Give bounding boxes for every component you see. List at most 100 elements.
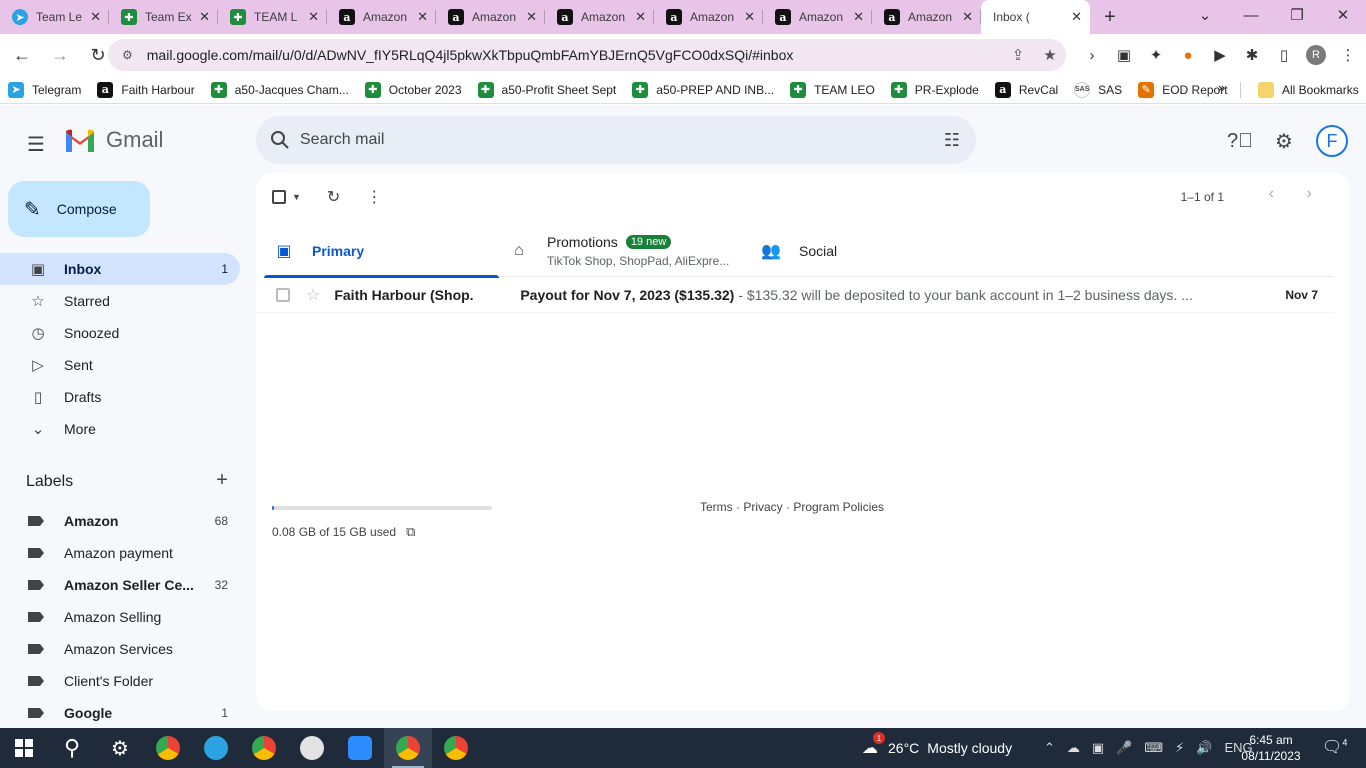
label-item[interactable]: Amazon 68 bbox=[0, 505, 256, 537]
prev-page-icon[interactable]: ‹ bbox=[1269, 185, 1274, 203]
select-all-checkbox[interactable] bbox=[272, 190, 286, 204]
select-dropdown-icon[interactable]: ▼ bbox=[292, 192, 301, 202]
close-window-icon[interactable]: ✕ bbox=[1320, 0, 1366, 30]
bookmark-star-icon[interactable]: ★ bbox=[1034, 46, 1066, 64]
browser-tab[interactable]: a Amazon ✕ bbox=[872, 0, 981, 34]
account-avatar[interactable]: F bbox=[1316, 125, 1348, 157]
close-tab-icon[interactable]: ✕ bbox=[744, 9, 755, 25]
volume-icon[interactable]: 🔊 bbox=[1196, 740, 1212, 756]
chrome-icon[interactable] bbox=[384, 728, 432, 768]
label-item[interactable]: Amazon payment bbox=[0, 537, 256, 569]
address-bar[interactable]: ⚙ mail.google.com/mail/u/0/d/ADwNV_fIY5R… bbox=[108, 39, 1066, 71]
close-tab-icon[interactable]: ✕ bbox=[90, 9, 101, 25]
nav-item-inbox[interactable]: ▣ Inbox 1 bbox=[0, 253, 240, 285]
browser-tab[interactable]: a Amazon ✕ bbox=[654, 0, 763, 34]
close-tab-icon[interactable]: ✕ bbox=[308, 9, 319, 25]
chrome-icon[interactable] bbox=[240, 728, 288, 768]
nav-item-drafts[interactable]: ▯ Drafts bbox=[0, 381, 240, 413]
open-external-icon[interactable]: ⧉ bbox=[406, 524, 415, 540]
extension-icon[interactable]: ▣ bbox=[1108, 46, 1140, 64]
bookmark-item[interactable]: ➤ Telegram bbox=[0, 78, 89, 102]
label-item[interactable]: Client's Folder bbox=[0, 665, 256, 697]
close-tab-icon[interactable]: ✕ bbox=[526, 9, 537, 25]
browser-menu-icon[interactable]: ⋮ bbox=[1332, 46, 1364, 64]
bookmark-item[interactable]: a Faith Harbour bbox=[89, 78, 202, 102]
close-tab-icon[interactable]: ✕ bbox=[1071, 9, 1082, 25]
onedrive-icon[interactable]: ☁ bbox=[1067, 740, 1080, 756]
notification-center-icon[interactable]: 🗨4 bbox=[1322, 737, 1347, 757]
weather-temp[interactable]: 26°C bbox=[888, 740, 919, 756]
chrome-icon[interactable] bbox=[432, 728, 480, 768]
label-item[interactable]: Amazon Services bbox=[0, 633, 256, 665]
label-item[interactable]: Amazon Seller Ce... 32 bbox=[0, 569, 256, 601]
label-item[interactable]: Amazon Selling bbox=[0, 601, 256, 633]
bookmark-item[interactable]: ✚ TEAM LEO bbox=[782, 78, 883, 102]
gmail-logo[interactable]: Gmail bbox=[64, 127, 163, 153]
compose-button[interactable]: ✎ Compose bbox=[8, 181, 150, 237]
browser-tab[interactable]: a Amazon ✕ bbox=[763, 0, 872, 34]
email-checkbox[interactable] bbox=[276, 287, 290, 302]
more-vert-icon[interactable]: ⋮ bbox=[366, 187, 382, 207]
nav-item-more[interactable]: ⌄ More bbox=[0, 413, 240, 445]
email-row[interactable]: ☆ Faith Harbour (Shop. Payout for Nov 7,… bbox=[256, 277, 1334, 313]
paint-app-icon[interactable] bbox=[288, 728, 336, 768]
tab-primary[interactable]: ▣ Primary bbox=[264, 225, 499, 278]
footer-links[interactable]: Terms · Privacy · Program Policies bbox=[700, 500, 884, 514]
network-icon[interactable]: ⚡ bbox=[1175, 740, 1184, 756]
clock[interactable]: 6:45 am 08/11/2023 bbox=[1240, 732, 1302, 764]
browser-tab[interactable]: ✚ Team Ex ✕ bbox=[109, 0, 218, 34]
ime-icon[interactable]: ⌨ bbox=[1144, 740, 1163, 756]
extension-icon[interactable]: › bbox=[1076, 47, 1108, 64]
bookmark-item[interactable]: ✚ PR-Explode bbox=[883, 78, 987, 102]
search-input[interactable] bbox=[300, 131, 944, 149]
add-label-icon[interactable]: + bbox=[210, 469, 234, 492]
start-button[interactable] bbox=[0, 728, 48, 768]
bookmark-item[interactable]: SAS SAS bbox=[1066, 78, 1130, 102]
mic-icon[interactable]: 🎤 bbox=[1116, 740, 1132, 756]
telegram-icon[interactable] bbox=[192, 728, 240, 768]
site-info-icon[interactable]: ⚙ bbox=[122, 48, 133, 62]
tab-social[interactable]: 👥 Social bbox=[751, 225, 986, 277]
browser-tab[interactable]: a Amazon ✕ bbox=[436, 0, 545, 34]
puzzle-icon[interactable]: ✱ bbox=[1236, 46, 1268, 64]
bookmark-item[interactable]: ✚ a50-Jacques Cham... bbox=[203, 78, 357, 102]
tab-promotions[interactable]: ⌂ Promotions 19 new TikTok Shop, ShopPad,… bbox=[499, 225, 751, 277]
side-panel-icon[interactable]: ▯ bbox=[1268, 46, 1300, 64]
chevron-up-icon[interactable]: ⌃ bbox=[1044, 740, 1055, 756]
more-bookmarks-icon[interactable]: » bbox=[1218, 80, 1225, 95]
help-icon[interactable]: ?⃝ bbox=[1220, 123, 1260, 159]
browser-tab[interactable]: a Amazon ✕ bbox=[327, 0, 436, 34]
weather-desc[interactable]: Mostly cloudy bbox=[927, 740, 1012, 756]
bookmark-item[interactable]: a RevCal bbox=[987, 78, 1066, 102]
back-icon[interactable]: ← bbox=[6, 39, 38, 71]
main-menu-icon[interactable]: ☰ bbox=[18, 126, 54, 162]
cloud-icon[interactable]: ☁ 1 bbox=[862, 732, 885, 758]
extension-icon[interactable]: ● bbox=[1172, 47, 1204, 64]
browser-tab[interactable]: a Amazon ✕ bbox=[545, 0, 654, 34]
minimize-icon[interactable]: — bbox=[1228, 0, 1274, 30]
chrome-icon[interactable] bbox=[144, 728, 192, 768]
tab-search-icon[interactable]: ⌄ bbox=[1182, 0, 1228, 30]
share-icon[interactable]: ⇪ bbox=[1002, 46, 1034, 64]
new-tab-button[interactable]: + bbox=[1090, 0, 1130, 34]
bookmark-item[interactable]: ✚ a50-Profit Sheet Sept bbox=[470, 78, 625, 102]
search-icon[interactable]: ⚲ bbox=[48, 728, 96, 768]
settings-gear-icon[interactable]: ⚙ bbox=[1264, 123, 1304, 159]
star-icon[interactable]: ☆ bbox=[306, 285, 320, 305]
search-options-icon[interactable]: ☷ bbox=[944, 130, 960, 151]
forward-icon[interactable]: → bbox=[44, 39, 76, 71]
close-tab-icon[interactable]: ✕ bbox=[199, 9, 210, 25]
search-icon[interactable] bbox=[268, 128, 292, 152]
label-item[interactable]: Google 1 bbox=[0, 697, 256, 729]
browser-tab-active[interactable]: MInbox (✕ bbox=[981, 0, 1090, 120]
browser-tab[interactable]: ✚ TEAM L ✕ bbox=[218, 0, 327, 34]
close-tab-icon[interactable]: ✕ bbox=[635, 9, 646, 25]
extension-icon[interactable]: ✦ bbox=[1140, 46, 1172, 64]
bookmark-item[interactable]: ✚ October 2023 bbox=[357, 78, 470, 102]
extension-icon[interactable]: ▶ bbox=[1204, 46, 1236, 64]
all-bookmarks-folder[interactable]: All Bookmarks bbox=[1250, 78, 1366, 102]
close-tab-icon[interactable]: ✕ bbox=[853, 9, 864, 25]
nav-item-snoozed[interactable]: ◷ Snoozed bbox=[0, 317, 240, 349]
url-text[interactable]: mail.google.com/mail/u/0/d/ADwNV_fIY5RLq… bbox=[147, 47, 1002, 63]
close-tab-icon[interactable]: ✕ bbox=[417, 9, 428, 25]
